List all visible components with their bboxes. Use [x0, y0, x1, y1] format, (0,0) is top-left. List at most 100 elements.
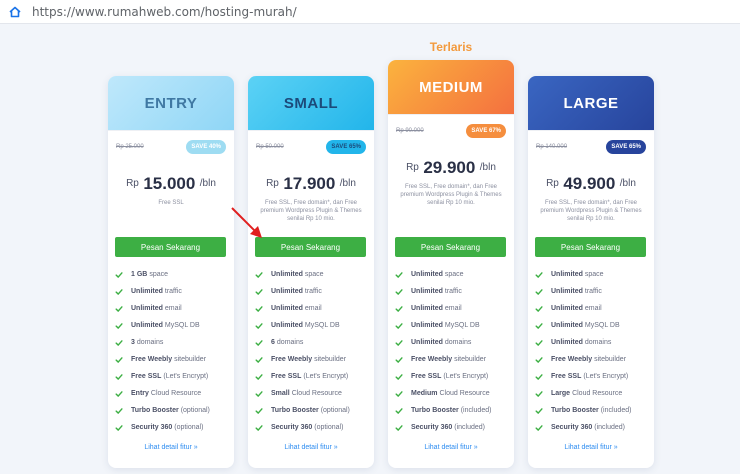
- order-button[interactable]: Pesan Sekarang: [255, 237, 366, 257]
- feature-item: Free SSL (Let's Encrypt): [115, 368, 230, 385]
- check-icon: [255, 271, 263, 278]
- feature-highlight: 3: [131, 339, 135, 346]
- plan-name: LARGE: [528, 76, 654, 130]
- check-icon: [115, 288, 123, 295]
- feature-text: email: [304, 305, 322, 312]
- feature-text: (optional): [320, 407, 350, 414]
- feature-text: Cloud Resource: [439, 390, 490, 397]
- home-icon[interactable]: [8, 5, 22, 19]
- check-icon: [535, 407, 543, 414]
- check-icon: [115, 322, 123, 329]
- check-icon: [395, 390, 403, 397]
- feature-item: Unlimited traffic: [535, 283, 650, 300]
- feature-item: Security 360 (included): [535, 419, 650, 436]
- check-icon: [395, 339, 403, 346]
- feature-item: Unlimited space: [395, 266, 510, 283]
- feature-highlight: Free SSL: [411, 373, 442, 380]
- check-icon: [115, 373, 123, 380]
- feature-highlight: Unlimited: [411, 322, 443, 329]
- price-period: /bln: [339, 178, 356, 189]
- detail-link[interactable]: Lihat detail fitur »: [248, 444, 374, 451]
- feature-text: email: [444, 305, 462, 312]
- feature-text: space: [149, 271, 169, 278]
- check-icon: [255, 373, 263, 380]
- feature-text: (included): [594, 424, 625, 431]
- feature-item: Turbo Booster (optional): [115, 402, 230, 419]
- feature-text: MySQL DB: [304, 322, 340, 329]
- feature-highlight: Unlimited: [411, 271, 443, 278]
- feature-text: (optional): [314, 424, 344, 431]
- detail-link[interactable]: Lihat detail fitur »: [108, 444, 234, 451]
- feature-item: Security 360 (optional): [255, 419, 370, 436]
- check-icon: [535, 305, 543, 312]
- feature-highlight: Medium: [411, 390, 438, 397]
- check-icon: [115, 305, 123, 312]
- feature-text: MySQL DB: [164, 322, 200, 329]
- price-amount: 29.900: [423, 158, 476, 177]
- price-amount: 17.900: [283, 174, 336, 193]
- feature-text: traffic: [164, 288, 182, 295]
- feature-text: (Let's Encrypt): [443, 373, 489, 380]
- feature-item: Free Weebly sitebuilder: [395, 351, 510, 368]
- feature-highlight: Unlimited: [271, 288, 303, 295]
- url-text[interactable]: https://www.rumahweb.com/hosting-murah/: [32, 5, 297, 19]
- currency: Rp: [266, 178, 279, 189]
- order-button[interactable]: Pesan Sekarang: [395, 237, 506, 257]
- feature-list: Unlimited space Unlimited traffic Unlimited e…: [395, 266, 510, 436]
- check-icon: [255, 356, 263, 363]
- feature-highlight: Free Weebly: [271, 356, 313, 363]
- feature-item: Turbo Booster (included): [395, 402, 510, 419]
- plan-card-large: LARGE Rp 140.000 SAVE 65% Rp 49.900 /bln…: [528, 76, 654, 468]
- feature-highlight: Unlimited: [411, 305, 443, 312]
- feature-item: Unlimited traffic: [395, 283, 510, 300]
- feature-item: Free SSL (Let's Encrypt): [255, 368, 370, 385]
- detail-link[interactable]: Lihat detail fitur »: [388, 444, 514, 451]
- check-icon: [255, 305, 263, 312]
- feature-item: 3 domains: [115, 334, 230, 351]
- plan-name: MEDIUM: [388, 60, 514, 114]
- feature-item: Unlimited traffic: [255, 283, 370, 300]
- feature-highlight: Small: [271, 390, 290, 397]
- feature-text: traffic: [584, 288, 602, 295]
- address-bar[interactable]: https://www.rumahweb.com/hosting-murah/: [0, 0, 740, 24]
- check-icon: [115, 271, 123, 278]
- check-icon: [535, 390, 543, 397]
- feature-highlight: Unlimited: [551, 288, 583, 295]
- check-icon: [535, 373, 543, 380]
- feature-highlight: Unlimited: [411, 288, 443, 295]
- annotation-arrow-icon: [231, 207, 262, 238]
- price-amount: 15.000: [143, 174, 196, 193]
- feature-text: (Let's Encrypt): [303, 373, 349, 380]
- check-icon: [255, 407, 263, 414]
- feature-item: Turbo Booster (included): [535, 402, 650, 419]
- old-price: Rp 50.000: [256, 143, 284, 150]
- feature-item: Unlimited domains: [535, 334, 650, 351]
- price: Rp 15.000 /bln: [108, 174, 234, 194]
- feature-highlight: Entry: [131, 390, 149, 397]
- feature-highlight: 6: [271, 339, 275, 346]
- check-icon: [255, 390, 263, 397]
- detail-link[interactable]: Lihat detail fitur »: [528, 444, 654, 451]
- order-button[interactable]: Pesan Sekarang: [115, 237, 226, 257]
- check-icon: [115, 356, 123, 363]
- feature-list: 1 GB space Unlimited traffic Unlimited email U…: [115, 266, 230, 436]
- plan-description: Free SSL: [158, 200, 184, 206]
- feature-highlight: Free SSL: [551, 373, 582, 380]
- order-button[interactable]: Pesan Sekarang: [535, 237, 646, 257]
- feature-item: Entry Cloud Resource: [115, 385, 230, 402]
- feature-text: Cloud Resource: [150, 390, 202, 397]
- plan-name: SMALL: [248, 76, 374, 130]
- check-icon: [115, 424, 123, 431]
- feature-item: Free SSL (Let's Encrypt): [535, 368, 650, 385]
- check-icon: [395, 288, 403, 295]
- save-badge: SAVE 67%: [466, 123, 506, 138]
- feature-text: domains: [136, 339, 164, 346]
- price: Rp 29.900 /bln: [388, 158, 514, 178]
- feature-text: (included): [454, 424, 485, 431]
- feature-highlight: Unlimited: [271, 305, 303, 312]
- feature-text: space: [444, 271, 464, 278]
- feature-highlight: Unlimited: [551, 305, 583, 312]
- feature-list: Unlimited space Unlimited traffic Unlimited e…: [255, 266, 370, 436]
- feature-highlight: Free Weebly: [551, 356, 593, 363]
- double-chevron-icon: »: [613, 444, 618, 451]
